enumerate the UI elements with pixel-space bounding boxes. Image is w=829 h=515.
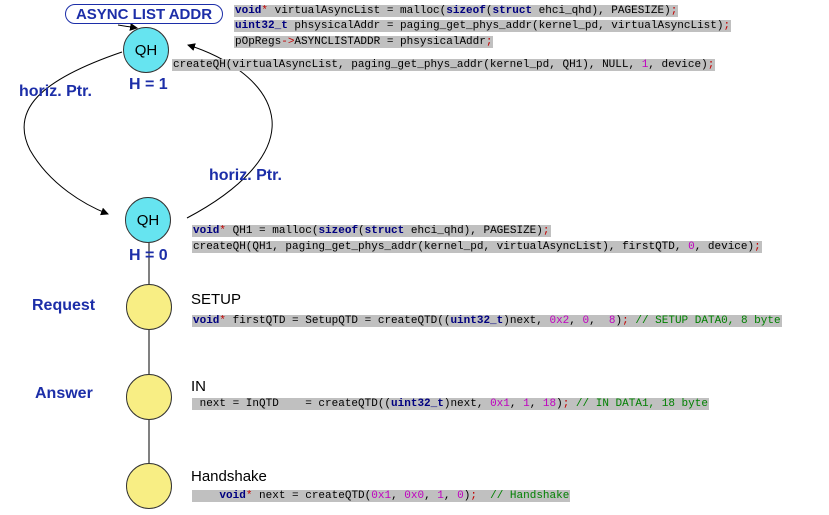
- qh0-height-label: H = 0: [129, 247, 168, 264]
- code-line-qh1-malloc: void* QH1 = malloc(sizeof(struct ehci_qh…: [192, 225, 551, 237]
- code-line-qh1-createqh: createQH(QH1, paging_get_phys_addr(kerne…: [192, 241, 762, 253]
- qh1-node: QH: [123, 27, 169, 73]
- qh0-label: QH: [136, 211, 160, 229]
- horiz-ptr-left-label: horiz. Ptr.: [19, 83, 92, 100]
- connector-layer: [23, 22, 273, 465]
- code-line-async-phys: uint32_t phsysicalAddr = paging_get_phys…: [234, 20, 732, 32]
- setup-qtd-node: [126, 284, 172, 330]
- handshake-qtd-node: [126, 463, 172, 509]
- qh1-label: QH: [134, 41, 158, 59]
- code-line-setup-qtd: void* firstQTD = SetupQTD = createQTD((u…: [192, 315, 782, 327]
- qh1-to-qh0-arrow: [23, 51, 123, 216]
- code-line-in-qtd: next = InQTD = createQTD((uint32_t)next,…: [192, 398, 709, 410]
- request-label: Request: [32, 297, 96, 314]
- in-stage-label: IN: [191, 378, 206, 395]
- answer-label: Answer: [35, 385, 93, 402]
- code-line-async-opregs: pOpRegs->ASYNCLISTADDR = phsysicalAddr;: [234, 36, 494, 48]
- code-line-async-malloc: void* virtualAsyncList = malloc(sizeof(s…: [234, 5, 679, 17]
- code-line-async-createqh: createQH(virtualAsyncList, paging_get_ph…: [172, 59, 716, 71]
- horiz-ptr-right-label: horiz. Ptr.: [209, 167, 282, 184]
- async-list-addr-box: ASYNC LIST ADDR: [65, 4, 223, 24]
- async-to-qh1-arrow: [117, 22, 138, 31]
- in-qtd-node: [126, 374, 172, 420]
- qh0-node: QH: [125, 197, 171, 243]
- qh1-height-label: H = 1: [129, 76, 168, 93]
- handshake-stage-label: Handshake: [191, 468, 267, 485]
- setup-stage-label: SETUP: [191, 291, 242, 308]
- code-line-handshake-qtd: void* next = createQTD(0x1, 0x0, 1, 0); …: [192, 490, 571, 502]
